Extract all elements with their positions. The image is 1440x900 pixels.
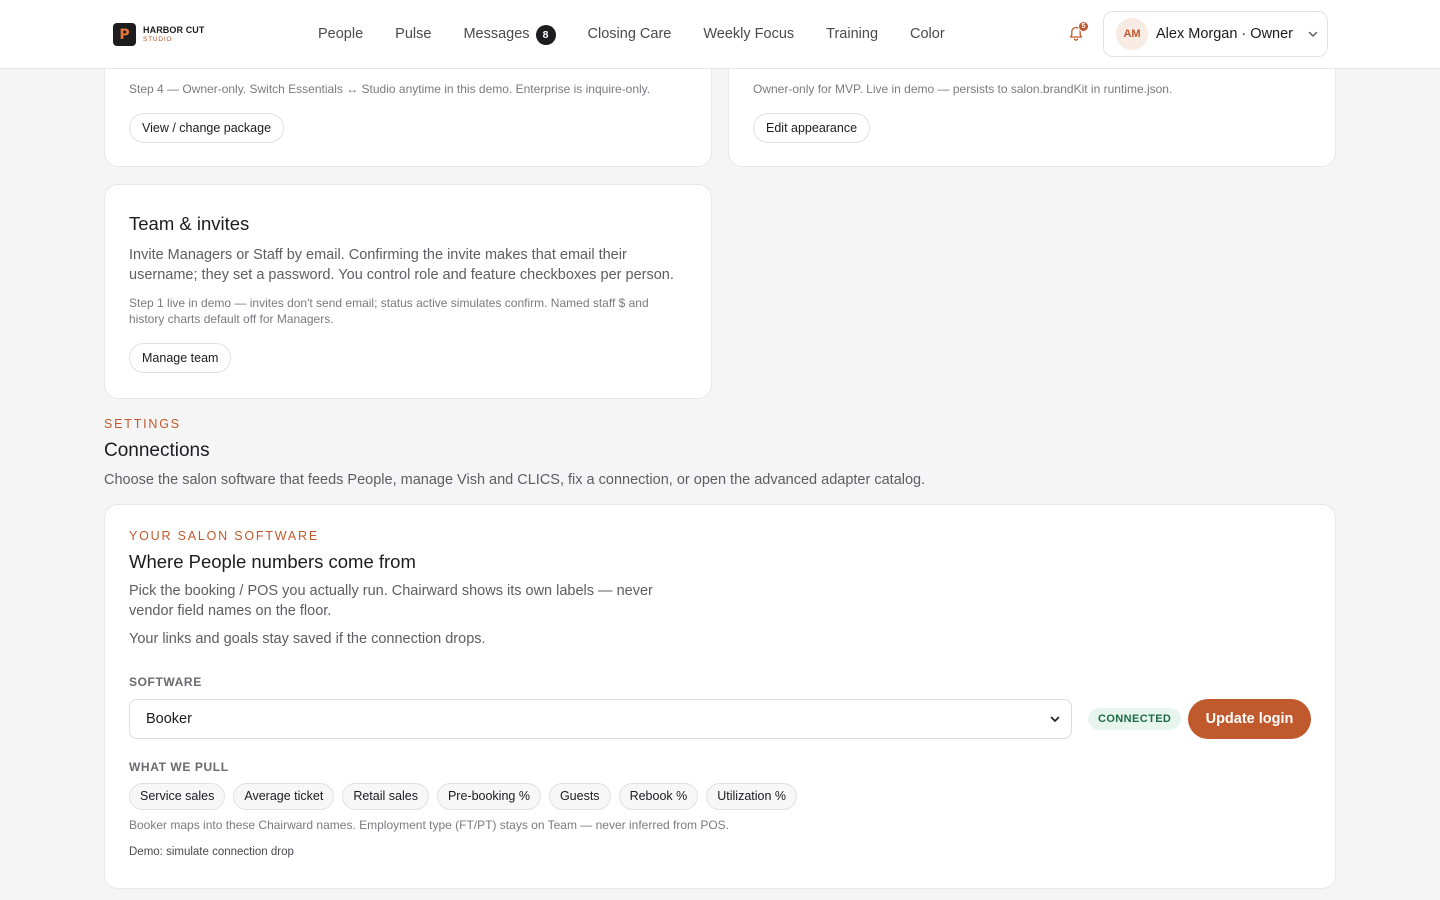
team-card-title: Team & invites [129, 213, 250, 234]
brand-subtitle: STUDIO [143, 35, 173, 43]
brand-logo[interactable]: P HARBOR CUT STUDIO [113, 23, 205, 46]
notifications-button[interactable]: 5 [1066, 21, 1089, 44]
what-we-pull-label: WHAT WE PULL [129, 760, 229, 774]
connection-eyebrow: YOUR SALON SOFTWARE [129, 529, 320, 543]
connection-body: Pick the booking / POS you actually run.… [129, 583, 653, 619]
team-card-body: Invite Managers or Staff by email. Confi… [129, 247, 674, 283]
nav-messages-label: Messages [463, 26, 530, 42]
nav-messages[interactable]: Messages 8 [463, 24, 556, 45]
nav-weekly-focus[interactable]: Weekly Focus [703, 26, 794, 42]
settings-section-header: SETTINGS Connections Choose the salon so… [104, 417, 1336, 490]
metric-chip: Rebook % [618, 783, 699, 810]
software-select[interactable]: Booker [129, 699, 1072, 739]
pulled-metrics-list: Service sales Average ticket Retail sale… [129, 783, 798, 810]
connection-title: Where People numbers come from [129, 551, 416, 572]
account-menu[interactable]: AM Alex Morgan · Owner [1103, 11, 1328, 57]
appearance-note: Owner-only for MVP. Live in demo — persi… [753, 82, 1173, 96]
nav-pulse[interactable]: Pulse [395, 26, 431, 42]
mapping-note: Booker maps into these Chairward names. … [129, 818, 730, 832]
brand-mark-icon: P [113, 23, 136, 46]
salon-software-card: YOUR SALON SOFTWARE Where People numbers… [104, 504, 1336, 889]
nav-closing-care[interactable]: Closing Care [588, 26, 672, 42]
manage-team-button[interactable]: Manage team [129, 343, 232, 373]
settings-title: Connections [104, 440, 210, 461]
team-invites-card: Team & invites Invite Managers or Staff … [104, 184, 712, 399]
notification-count-badge: 5 [1078, 21, 1089, 32]
simulate-drop-link[interactable]: Demo: simulate connection drop [129, 846, 294, 858]
metric-chip: Utilization % [706, 783, 798, 810]
account-name: Alex Morgan · Owner [1156, 26, 1293, 42]
brand-name: HARBOR CUT [143, 24, 205, 35]
metric-chip: Service sales [129, 783, 226, 810]
metric-chip: Retail sales [342, 783, 429, 810]
settings-description: Choose the salon software that feeds Peo… [104, 472, 926, 488]
team-card-note: Step 1 live in demo — invites don't send… [129, 296, 649, 326]
status-badge: CONNECTED [1088, 708, 1182, 730]
software-selected-value: Booker [146, 711, 192, 727]
top-navigation-bar: P HARBOR CUT STUDIO People Pulse Message… [0, 0, 1440, 69]
chevron-down-icon [1050, 716, 1060, 722]
messages-count-badge: 8 [535, 24, 556, 45]
metric-chip: Pre-booking % [436, 783, 541, 810]
nav-people[interactable]: People [318, 26, 363, 42]
metric-chip: Guests [548, 783, 611, 810]
settings-eyebrow: SETTINGS [104, 417, 181, 431]
update-login-button[interactable]: Update login [1188, 699, 1311, 739]
avatar: AM [1116, 18, 1148, 50]
chevron-down-icon [1308, 31, 1318, 37]
view-change-package-button[interactable]: View / change package [129, 113, 285, 143]
main-nav: People Pulse Messages 8 Closing Care Wee… [318, 0, 945, 68]
connection-body-secondary: Your links and goals stay saved if the c… [129, 631, 486, 647]
software-label: SOFTWARE [129, 675, 202, 689]
metric-chip: Average ticket [233, 783, 335, 810]
nav-color[interactable]: Color [910, 26, 945, 42]
plan-note: Step 4 — Owner-only. Switch Essentials ↔… [129, 82, 651, 96]
edit-appearance-button[interactable]: Edit appearance [753, 113, 871, 143]
nav-training[interactable]: Training [826, 26, 878, 42]
